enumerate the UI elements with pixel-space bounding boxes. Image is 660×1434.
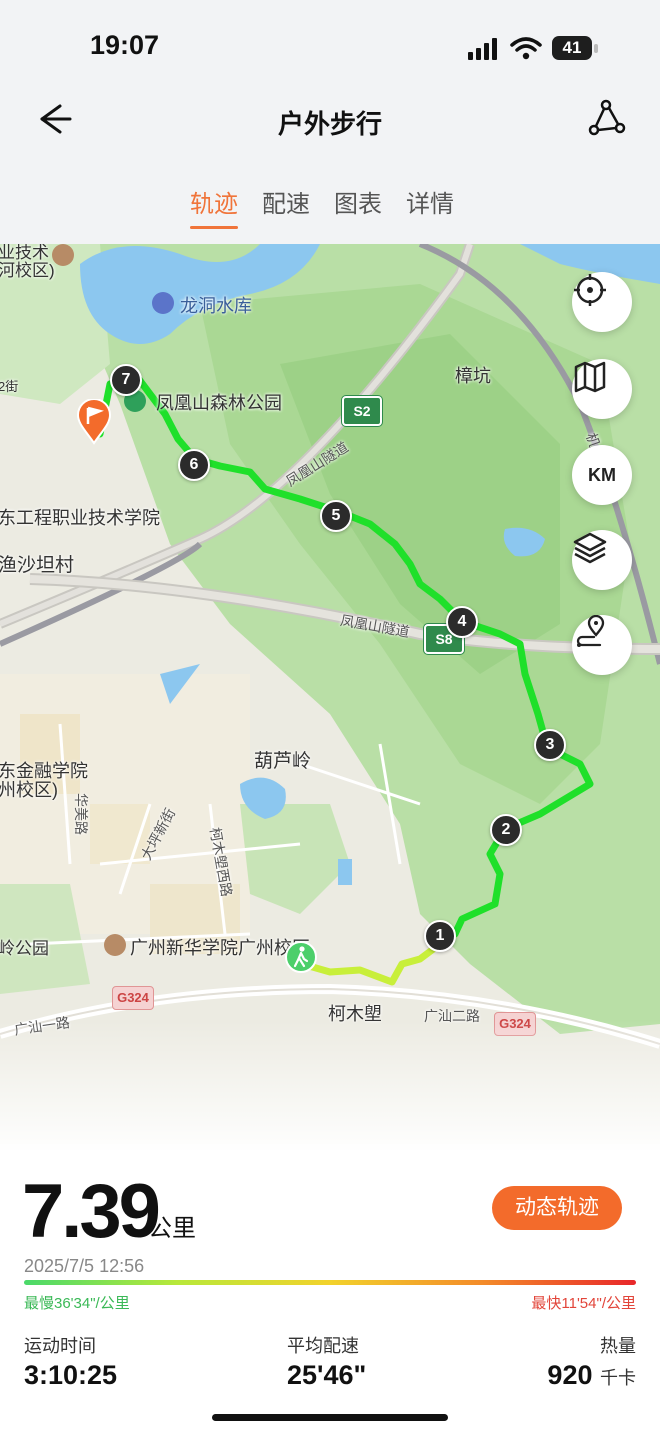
km-marker-7: 7	[110, 364, 142, 396]
stat-label-duration: 运动时间	[24, 1336, 96, 1356]
map-label-huamei-road: 华美路	[73, 793, 89, 835]
tab-chart[interactable]: 图表	[334, 184, 382, 229]
tab-details[interactable]: 详情	[406, 184, 454, 229]
stat-value-avg-pace: 25'46"	[287, 1360, 367, 1390]
calories-unit: 千卡	[600, 1368, 636, 1388]
folded-map-icon	[574, 361, 606, 393]
stat-value-calories: 920 千卡	[547, 1360, 636, 1391]
school-poi-icon-xinhua	[104, 934, 126, 956]
map-type-button[interactable]	[572, 359, 632, 419]
crosshair-icon	[574, 274, 606, 306]
km-toggle-label: KM	[588, 464, 616, 485]
map-label-xinhua: 广州新华学院广州校区	[130, 938, 310, 958]
distance-unit: 公里	[148, 1215, 196, 1242]
reservoir-poi-icon	[152, 292, 174, 314]
route-share-icon[interactable]	[584, 96, 630, 142]
km-marker-6: 6	[178, 449, 210, 481]
route-pin-button[interactable]	[572, 615, 632, 675]
stat-label-avg-pace: 平均配速	[287, 1336, 359, 1356]
map-label-park: 凤凰山森林公园	[156, 393, 282, 413]
battery-icon: 41	[552, 36, 592, 60]
km-marker-2: 2	[490, 814, 522, 846]
locate-button[interactable]	[572, 272, 632, 332]
wifi-icon	[510, 37, 542, 60]
calories-number: 920	[547, 1360, 593, 1390]
pace-gradient-bar	[24, 1280, 636, 1285]
map-label-street-left: 2街	[0, 379, 19, 394]
map-label-college: 东工程职业技术学院	[0, 508, 160, 528]
road-shield-g324-left: G324	[112, 986, 154, 1010]
page-title: 户外步行	[277, 109, 382, 139]
finish-flag-icon	[76, 399, 112, 445]
km-marker-5: 5	[320, 500, 352, 532]
map-label-finance-campus: 州校区)	[0, 780, 58, 800]
battery-nub	[594, 44, 598, 53]
stat-value-duration: 3:10:25	[24, 1360, 118, 1390]
route-pin-icon	[576, 615, 605, 647]
map-label-ling-park: 岭公园	[0, 939, 49, 958]
home-indicator	[212, 1414, 448, 1421]
map-label-campus-topleft: 河校区)	[0, 261, 55, 280]
tab-pace[interactable]: 配速	[262, 184, 310, 229]
status-bar: 19:07 41	[0, 0, 660, 90]
school-poi-icon-top	[52, 244, 74, 266]
highway-shield-s2: S2	[342, 396, 382, 426]
start-walker-icon	[285, 941, 317, 973]
stat-label-calories: 热量	[600, 1336, 636, 1356]
km-toggle-button[interactable]: KM	[572, 445, 632, 505]
status-time: 19:07	[90, 30, 160, 60]
km-marker-3: 3	[534, 729, 566, 761]
distance-value: 7.39	[22, 1169, 161, 1254]
fastest-pace: 最快11'54"/公里	[531, 1295, 636, 1312]
cellular-signal-icon	[468, 38, 497, 60]
map-label-hululing: 葫芦岭	[254, 751, 312, 772]
tab-bar: 轨迹 配速 图表 详情	[190, 184, 454, 229]
dynamic-track-button[interactable]: 动态轨迹	[492, 1186, 622, 1230]
layers-button[interactable]	[572, 530, 632, 590]
map-label-zhangkeng: 樟坑	[455, 366, 491, 386]
layers-icon	[573, 532, 607, 564]
route-map[interactable]: 业技术 河校区) 龙洞水库 凤凰山森林公园 樟坑 2街 东工程职业技术学院 渔沙…	[0, 244, 660, 1144]
km-marker-1: 1	[424, 920, 456, 952]
workout-datetime: 2025/7/5 12:56	[24, 1256, 145, 1276]
slowest-pace: 最慢36'34"/公里	[24, 1295, 130, 1312]
map-label-yushatan: 渔沙坦村	[0, 555, 75, 576]
map-label-reservoir: 龙洞水库	[180, 296, 252, 316]
tab-track[interactable]: 轨迹	[190, 184, 238, 229]
km-marker-4: 4	[446, 606, 478, 638]
